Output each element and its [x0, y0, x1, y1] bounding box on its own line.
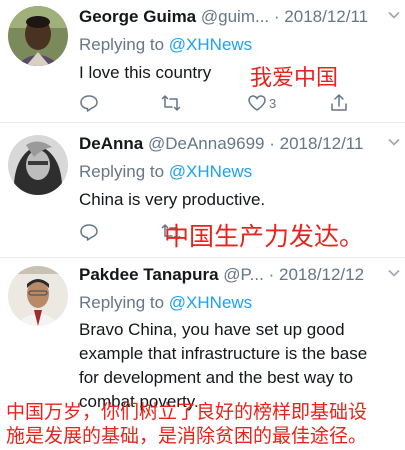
reply-button[interactable]	[79, 220, 99, 244]
mention-link[interactable]: @XHNews	[169, 293, 252, 312]
user-handle[interactable]: @guim...	[201, 7, 269, 26]
replying-to-label: Replying to	[79, 35, 165, 54]
like-count: 3	[269, 95, 277, 111]
chevron-down-icon[interactable]	[387, 266, 401, 280]
avatar[interactable]	[8, 266, 68, 326]
tweet-header: DeAnna @DeAnna9699 · 2018/12/11	[79, 129, 401, 159]
like-icon	[248, 95, 266, 111]
translation-annotation: 中国生产力发达。	[164, 222, 365, 251]
tweet-date[interactable]: 2018/12/11	[280, 134, 364, 153]
separator: ·	[268, 265, 275, 284]
tweet-text-line: for development and the best way to	[79, 368, 354, 387]
replying-to: Replying to @XHNews	[79, 32, 401, 58]
chevron-down-icon[interactable]	[387, 8, 401, 22]
translation-annotation: 我爱中国	[250, 66, 339, 91]
avatar[interactable]	[8, 6, 68, 66]
separator: ·	[273, 7, 280, 26]
translation-line: 中国万岁，你们树立了良好的榜样即基础设	[6, 401, 368, 423]
avatar-image	[8, 266, 68, 326]
retweet-button[interactable]	[161, 91, 181, 115]
share-icon	[331, 94, 347, 111]
user-handle[interactable]: @DeAnna9699	[148, 134, 265, 153]
reply-button[interactable]	[79, 91, 99, 115]
chevron-down-icon[interactable]	[387, 135, 401, 149]
tweet-actions: 3	[79, 91, 379, 115]
replying-to: Replying to @XHNews	[79, 159, 401, 185]
display-name[interactable]: DeAnna	[79, 134, 143, 153]
share-button[interactable]	[329, 91, 349, 115]
retweet-icon	[161, 95, 181, 111]
replying-to-label: Replying to	[79, 162, 165, 181]
avatar[interactable]	[8, 135, 68, 195]
tweet-text: I love this country	[79, 63, 212, 82]
replying-to-label: Replying to	[79, 293, 165, 312]
user-handle[interactable]: @P...	[223, 265, 264, 284]
translation-line: 施是发展的基础，是消除贫困的最佳途径。	[6, 425, 368, 447]
tweet-date[interactable]: 2018/12/11	[284, 7, 368, 26]
tweet-header: Pakdee Tanapura @P... · 2018/12/12	[79, 260, 401, 290]
tweet-header: George Guima @guim... · 2018/12/11	[79, 2, 401, 32]
like-button[interactable]: 3	[247, 91, 276, 115]
display-name[interactable]: Pakdee Tanapura	[79, 265, 219, 284]
reply-icon	[80, 224, 98, 241]
tweet-text-line: Bravo China, you have set up good	[79, 320, 345, 339]
tweet-text: China is very productive.	[79, 190, 266, 209]
tweet-3[interactable]: Pakdee Tanapura @P... · 2018/12/12 Reply…	[0, 258, 405, 450]
translation-annotation: 中国万岁，你们树立了良好的榜样即基础设 施是发展的基础，是消除贫困的最佳途径。	[6, 400, 367, 448]
separator: ·	[269, 134, 275, 153]
tweet-2[interactable]: DeAnna @DeAnna9699 · 2018/12/11 Replying…	[0, 123, 405, 257]
replying-to: Replying to @XHNews	[79, 290, 401, 316]
tweet-date[interactable]: 2018/12/12	[279, 265, 364, 284]
tweet-1[interactable]: George Guima @guim... · 2018/12/11 Reply…	[0, 0, 405, 122]
avatar-image	[8, 6, 68, 66]
tweet-text-line: example that infrastructure is the base	[79, 344, 368, 363]
reply-icon	[80, 95, 98, 112]
display-name[interactable]: George Guima	[79, 7, 196, 26]
avatar-image	[8, 135, 68, 195]
mention-link[interactable]: @XHNews	[169, 162, 252, 181]
mention-link[interactable]: @XHNews	[169, 35, 252, 54]
